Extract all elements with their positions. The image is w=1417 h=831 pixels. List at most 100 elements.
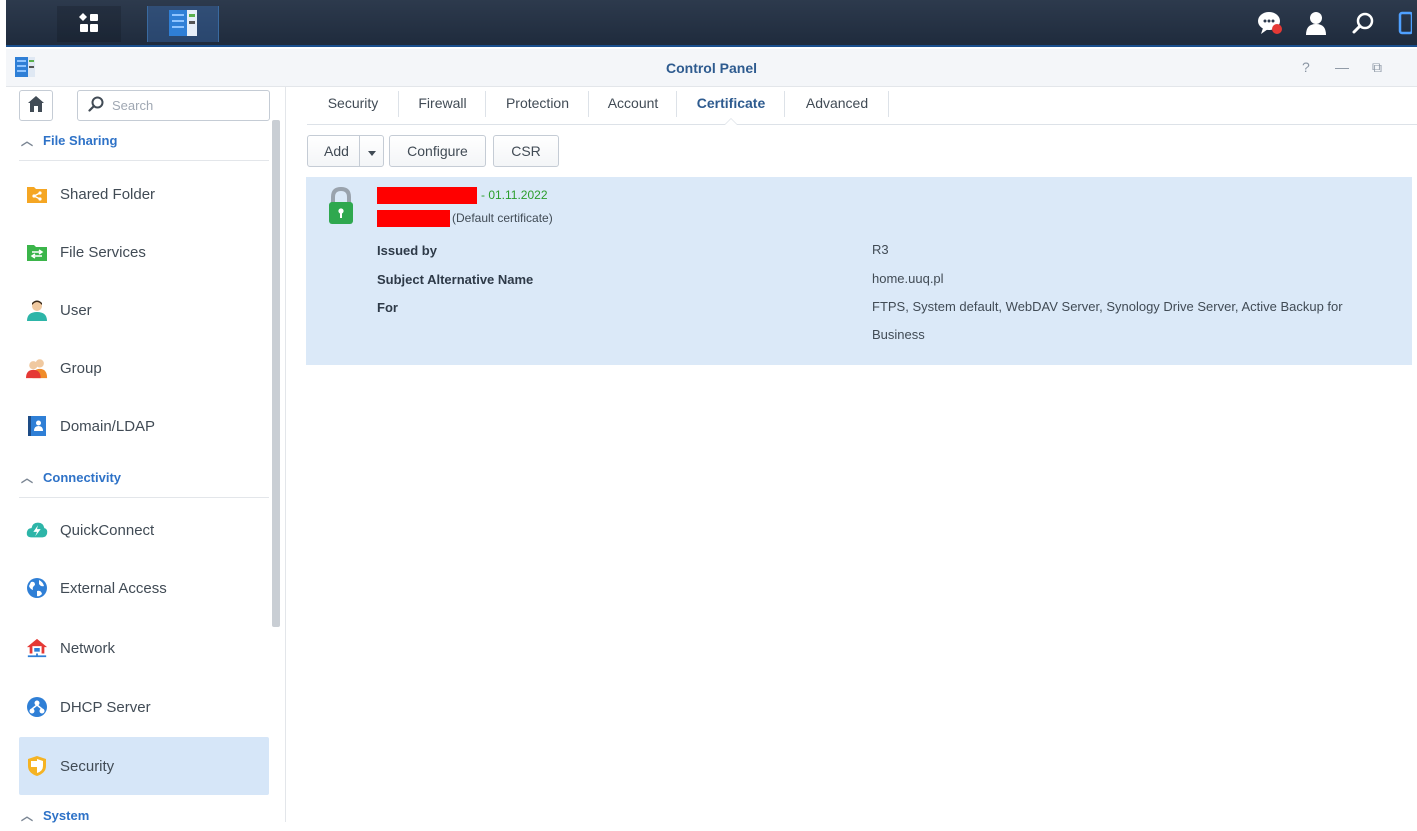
add-button-label: Add	[324, 143, 349, 159]
chevron-down-icon	[367, 143, 376, 159]
tab-label: Protection	[505, 95, 570, 111]
window-titlebar[interactable]: Control Panel ? — ⧉	[6, 49, 1417, 87]
security-shield-icon	[26, 755, 48, 777]
redacted-issuer	[377, 210, 450, 227]
main-menu-button[interactable]	[57, 6, 121, 42]
tab-label: Advanced	[805, 95, 869, 111]
redacted-domain	[377, 187, 477, 204]
sidebar-item-label: Shared Folder	[60, 185, 156, 203]
notifications-button[interactable]	[1250, 6, 1290, 42]
sidebar-item-label: QuickConnect	[60, 521, 155, 539]
window-title: Control Panel	[665, 60, 757, 76]
default-certificate-note: (Default certificate)	[452, 211, 553, 225]
user-icon	[26, 299, 48, 321]
configure-button[interactable]: Configure	[389, 135, 486, 167]
home-button[interactable]	[19, 90, 53, 121]
issued-by-value: R3	[872, 242, 889, 257]
tab-firewall[interactable]: Firewall	[399, 87, 486, 124]
sidebar-item-label: External Access	[60, 579, 167, 597]
taskbar-control-panel-button[interactable]	[147, 6, 219, 42]
apps-grid-icon	[78, 12, 100, 37]
for-value: FTPS, System default, WebDAV Server, Syn…	[872, 299, 1343, 342]
add-dropdown-toggle[interactable]	[359, 136, 383, 166]
widget-icon	[1398, 11, 1413, 38]
network-icon	[26, 637, 48, 659]
sidebar-item-shared-folder[interactable]: Shared Folder	[19, 165, 269, 223]
sidebar-item-quickconnect[interactable]: QuickConnect	[19, 501, 269, 559]
group-icon	[26, 357, 48, 379]
dhcp-server-icon	[26, 696, 48, 718]
tab-label: Security	[327, 95, 379, 111]
sidebar-item-user[interactable]: User	[19, 281, 269, 339]
restore-button[interactable]: ⧉	[1372, 59, 1382, 76]
sidebar-item-label: Group	[60, 359, 102, 377]
lock-icon	[327, 186, 355, 228]
sidebar-item-label: DHCP Server	[60, 698, 151, 716]
chevron-up-icon: ︿	[21, 808, 34, 823]
user-icon	[1304, 10, 1328, 39]
search-input[interactable]	[112, 98, 262, 113]
sidebar-item-network[interactable]: Network	[19, 619, 269, 677]
certificate-list-item[interactable]: - 01.11.2022 (Default certificate) Issue…	[306, 177, 1412, 365]
certificate-expiry-date: - 01.11.2022	[481, 188, 548, 202]
global-search-button[interactable]	[1343, 6, 1383, 42]
notification-chat-icon	[1256, 9, 1284, 40]
sidebar-item-external-access[interactable]: External Access	[19, 559, 269, 617]
for-label: For	[377, 300, 398, 315]
section-label: Connectivity	[43, 470, 122, 485]
sidebar-item-file-services[interactable]: File Services	[19, 223, 269, 281]
external-access-icon	[26, 577, 48, 599]
sidebar-item-label: Domain/LDAP	[60, 417, 156, 435]
tab-label: Firewall	[418, 95, 467, 111]
section-label: File Sharing	[43, 133, 118, 148]
taskbar	[0, 0, 1417, 47]
sidebar-item-domain-ldap[interactable]: Domain/LDAP	[19, 397, 269, 455]
sidebar-scrollbar[interactable]	[272, 120, 280, 627]
sidebar-item-label: Network	[60, 639, 116, 657]
restore-icon: ⧉	[1372, 59, 1382, 75]
san-value: home.uuq.pl	[872, 271, 944, 286]
control-panel-icon	[168, 9, 198, 40]
sidebar-item-security[interactable]: Security	[19, 737, 269, 795]
tab-label: Certificate	[696, 95, 766, 111]
section-label: System	[43, 807, 90, 823]
section-system[interactable]: ︿ System	[19, 799, 269, 831]
sidebar-search[interactable]	[77, 90, 270, 121]
csr-button[interactable]: CSR	[493, 135, 559, 167]
tab-account[interactable]: Account	[589, 87, 677, 124]
help-button[interactable]: ?	[1302, 59, 1310, 75]
sidebar-item-dhcp-server[interactable]: DHCP Server	[19, 678, 269, 736]
file-services-icon	[26, 241, 48, 263]
tab-label: Account	[607, 95, 659, 111]
home-icon	[27, 95, 45, 116]
help-icon: ?	[1302, 59, 1310, 75]
domain-ldap-icon	[26, 415, 48, 437]
chevron-up-icon: ︿	[21, 134, 34, 148]
search-icon	[88, 96, 104, 115]
tab-bar: Security Firewall Protection Account Cer…	[307, 87, 1417, 125]
quickconnect-icon	[26, 519, 48, 541]
sidebar-item-label: Security	[60, 757, 115, 775]
active-tab-indicator	[724, 118, 738, 125]
sidebar-item-label: File Services	[60, 243, 146, 261]
section-connectivity[interactable]: ︿ Connectivity	[19, 458, 269, 498]
widgets-button[interactable]	[1392, 6, 1417, 42]
issued-by-label: Issued by	[377, 243, 437, 258]
minimize-icon: —	[1335, 59, 1349, 75]
section-file-sharing[interactable]: ︿ File Sharing	[19, 121, 269, 161]
tab-advanced[interactable]: Advanced	[785, 87, 889, 124]
chevron-up-icon: ︿	[21, 471, 34, 485]
shared-folder-icon	[26, 183, 48, 205]
sidebar-item-group[interactable]: Group	[19, 339, 269, 397]
tab-security[interactable]: Security	[307, 87, 399, 124]
user-menu-button[interactable]	[1296, 6, 1336, 42]
san-label: Subject Alternative Name	[377, 272, 534, 287]
tab-protection[interactable]: Protection	[486, 87, 589, 124]
taskbar-edge	[0, 0, 6, 47]
tab-certificate[interactable]: Certificate	[677, 87, 785, 125]
sidebar-item-label: User	[60, 301, 92, 319]
sidebar: ︿ File Sharing Shared Folder File Servic…	[6, 87, 286, 823]
search-icon	[1351, 11, 1375, 38]
minimize-button[interactable]: —	[1335, 59, 1349, 75]
add-button[interactable]: Add	[307, 135, 384, 167]
